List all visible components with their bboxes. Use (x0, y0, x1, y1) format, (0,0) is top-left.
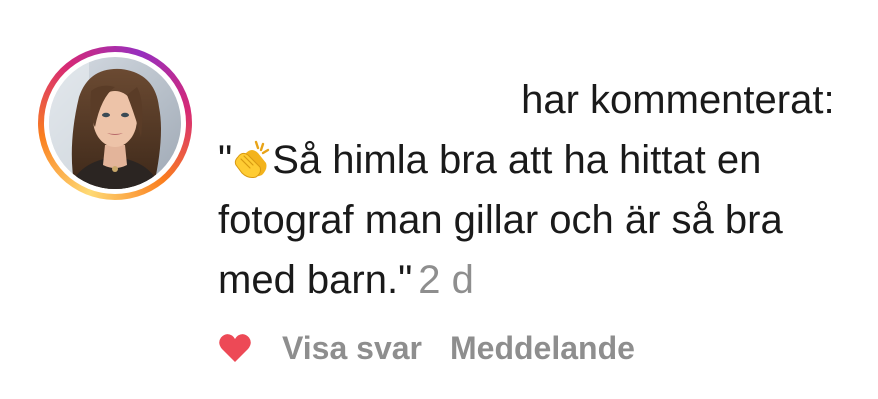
avatar-photo (49, 57, 181, 189)
comment-line-1-text: Så himla bra att ha hittat en (272, 138, 762, 182)
clapping-hands-icon (235, 140, 270, 178)
view-replies-button[interactable]: Visa svar (282, 330, 422, 367)
action-row: Visa svar Meddelande (218, 322, 663, 374)
comment-line-3-text: med barn." (218, 258, 413, 302)
open-quote: " (218, 138, 233, 182)
comment-line-2-text: fotograf man gillar och är så bra (218, 198, 783, 242)
comment-line-2: fotograf man gillar och är så bra (218, 190, 858, 250)
username-redacted[interactable] (218, 82, 510, 122)
comment-notification: har kommenterat: " Så himla bra att ha h… (0, 0, 878, 399)
comment-header-suffix: har kommenterat: (521, 78, 835, 122)
avatar-ring-gap (44, 52, 186, 194)
timestamp: 2 d (418, 258, 474, 302)
heart-icon[interactable] (218, 332, 252, 364)
comment-text: har kommenterat: " Så himla bra att ha h… (218, 70, 858, 310)
comment-header: har kommenterat: (218, 70, 858, 130)
message-button[interactable]: Meddelande (450, 330, 635, 367)
comment-line-3: med barn." 2 d (218, 250, 858, 310)
avatar-story-ring[interactable] (38, 46, 192, 200)
comment-line-1: " Så himla bra att ha hittat en (218, 130, 858, 190)
avatar[interactable] (49, 57, 181, 189)
